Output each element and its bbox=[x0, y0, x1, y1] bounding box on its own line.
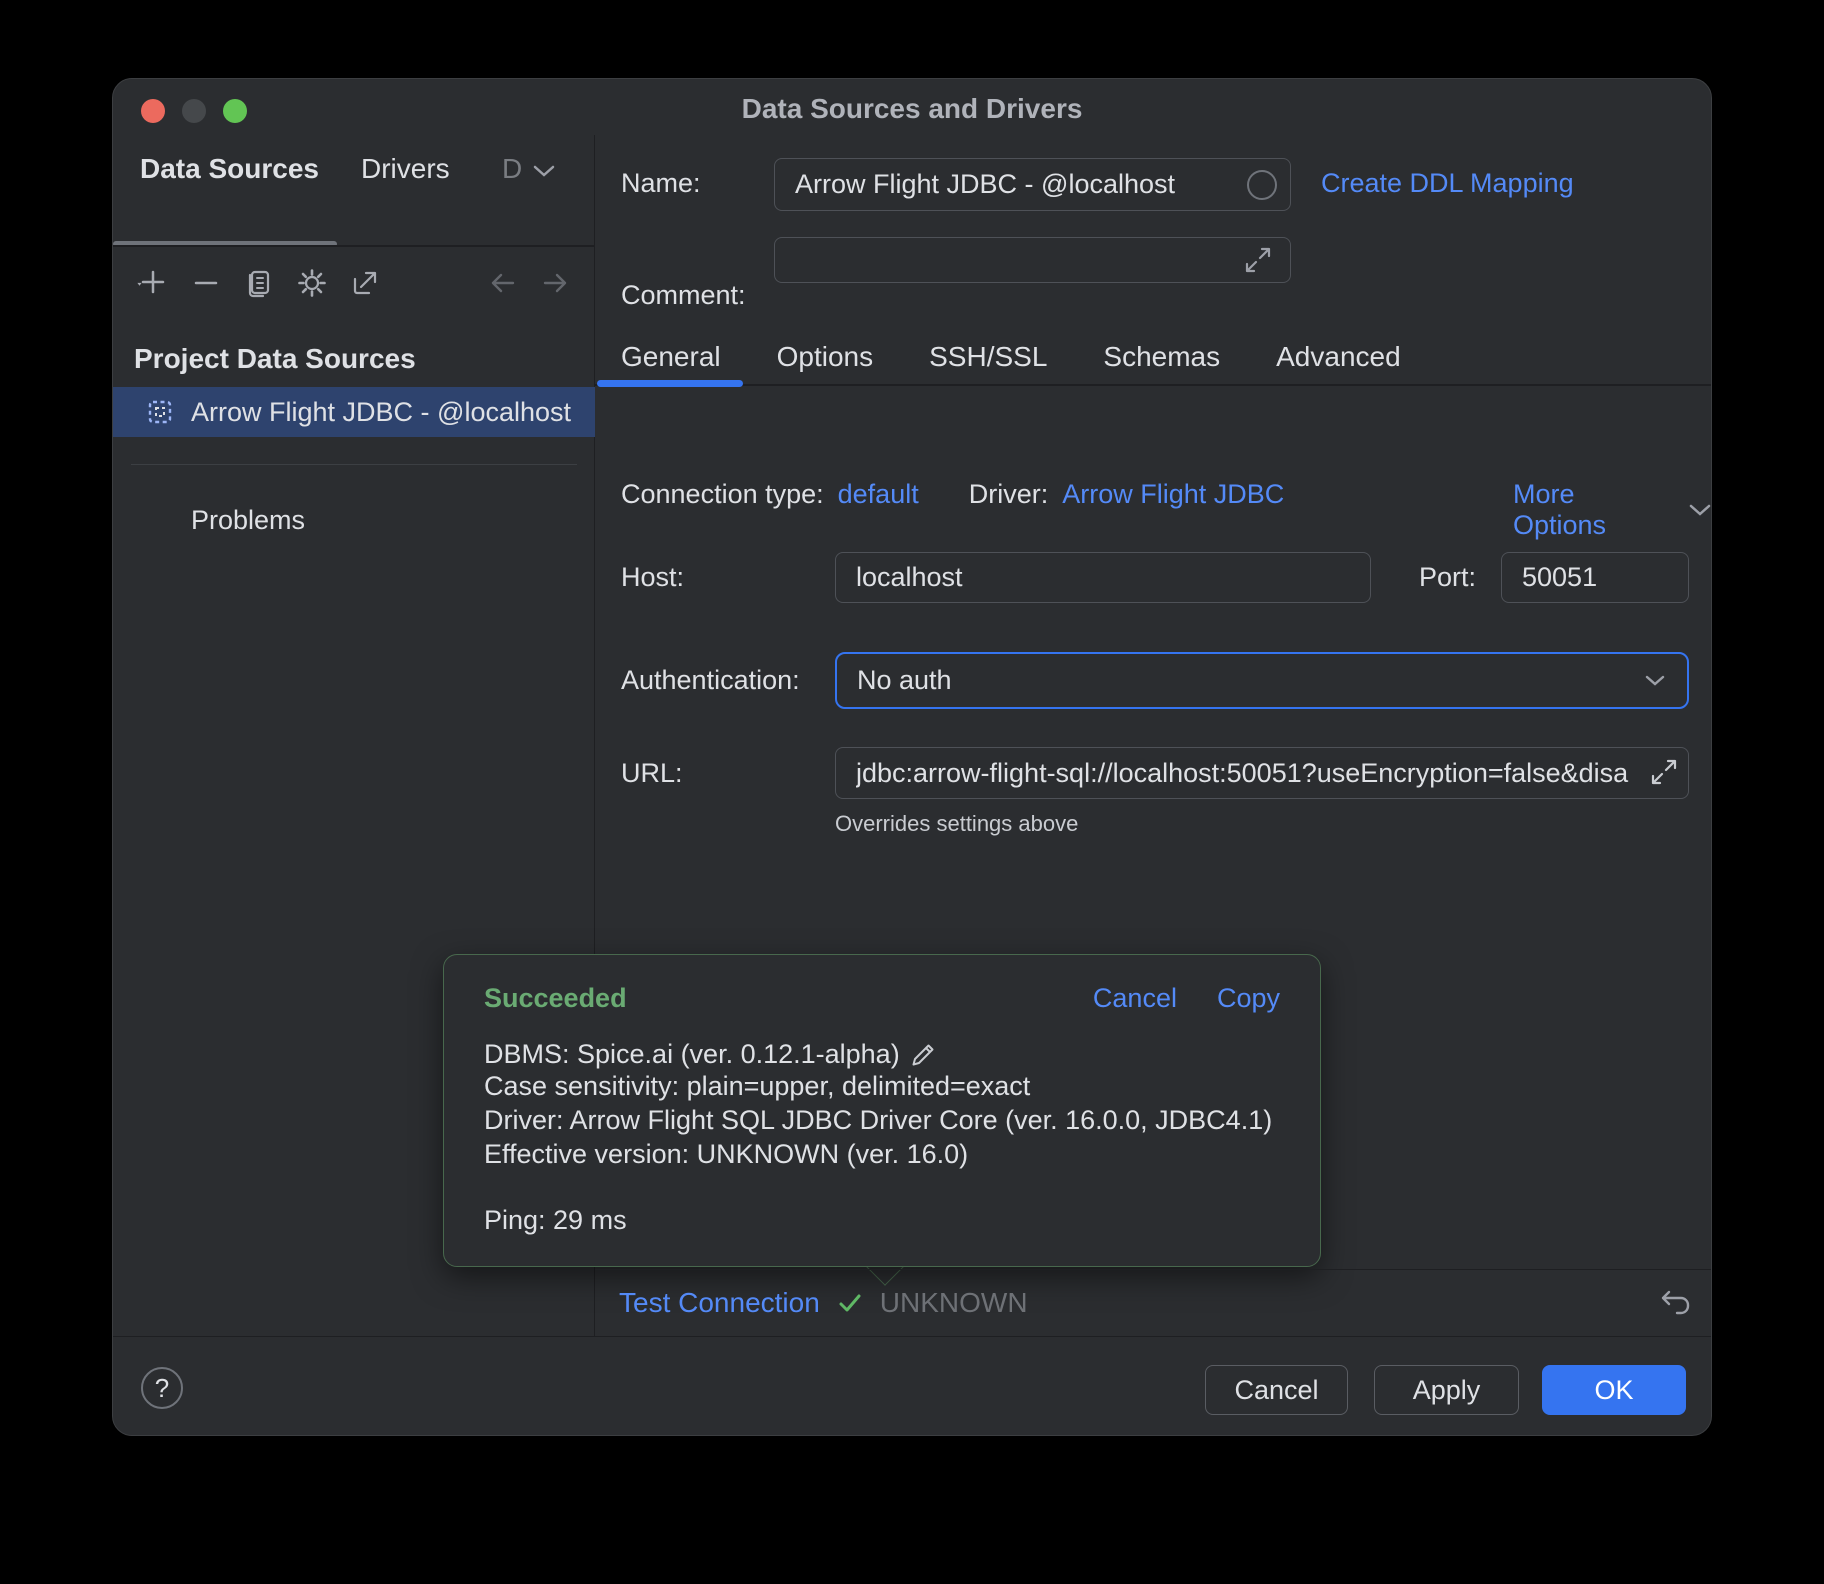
name-input[interactable] bbox=[774, 158, 1291, 211]
sidebar-nav-arrows bbox=[483, 263, 575, 303]
url-hint: Overrides settings above bbox=[835, 811, 1078, 837]
connection-type-row: Connection type: default Driver: Arrow F… bbox=[621, 479, 1284, 510]
host-input[interactable] bbox=[835, 552, 1371, 603]
popup-copy-link[interactable]: Copy bbox=[1217, 983, 1280, 1014]
revert-icon[interactable] bbox=[1658, 1287, 1694, 1321]
tabs-divider bbox=[595, 384, 1712, 386]
sidebar-tab-drivers[interactable]: Drivers bbox=[361, 153, 450, 185]
data-source-icon bbox=[147, 399, 173, 425]
tab-general[interactable]: General bbox=[621, 341, 721, 373]
problems-tree-item[interactable]: Problems bbox=[191, 505, 305, 536]
driver-value-link[interactable]: Arrow Flight JDBC bbox=[1062, 479, 1284, 510]
dialog-footer: ? Cancel Apply OK bbox=[113, 1336, 1712, 1436]
sidebar-tabs-chevron-down-icon[interactable] bbox=[531, 163, 557, 179]
popup-cancel-link[interactable]: Cancel bbox=[1093, 983, 1177, 1014]
connection-type-label: Connection type: bbox=[621, 479, 824, 510]
create-ddl-mapping-link[interactable]: Create DDL Mapping bbox=[1321, 168, 1574, 199]
more-options-chevron-down-icon bbox=[1687, 502, 1712, 518]
edit-dbms-pencil-icon[interactable] bbox=[910, 1040, 938, 1068]
url-label: URL: bbox=[621, 758, 683, 789]
name-spinner-icon bbox=[1247, 170, 1277, 200]
test-connection-row: Test Connection UNKNOWN bbox=[619, 1287, 1028, 1319]
sidebar-toolbar bbox=[133, 263, 385, 303]
forward-arrow-icon[interactable] bbox=[535, 263, 575, 303]
popup-actions: Cancel Copy bbox=[1093, 983, 1280, 1014]
authentication-value: No auth bbox=[857, 665, 952, 696]
tab-ssh-ssl[interactable]: SSH/SSL bbox=[929, 341, 1047, 373]
active-tab-underline bbox=[597, 380, 743, 387]
settings-tabs: General Options SSH/SSL Schemas Advanced bbox=[621, 341, 1401, 373]
popup-version-line: Effective version: UNKNOWN (ver. 16.0) bbox=[484, 1139, 1280, 1173]
comment-label: Comment: bbox=[621, 280, 746, 311]
expand-comment-icon[interactable] bbox=[1243, 245, 1273, 275]
test-row-divider bbox=[595, 1269, 1712, 1270]
port-input[interactable] bbox=[1501, 552, 1689, 603]
popup-dbms-text: DBMS: Spice.ai (ver. 0.12.1-alpha) bbox=[484, 1039, 900, 1070]
remove-data-source-icon[interactable] bbox=[186, 263, 226, 303]
tab-advanced[interactable]: Advanced bbox=[1276, 341, 1401, 373]
popup-driver-line: Driver: Arrow Flight SQL JDBC Driver Cor… bbox=[484, 1105, 1280, 1139]
data-source-tree-item-selected[interactable]: Arrow Flight JDBC - @localhost bbox=[113, 387, 595, 437]
test-status-text: UNKNOWN bbox=[880, 1287, 1028, 1319]
duplicate-icon[interactable] bbox=[239, 263, 279, 303]
window-title: Data Sources and Drivers bbox=[113, 93, 1711, 125]
host-label: Host: bbox=[621, 562, 684, 593]
test-connection-popup: Succeeded Cancel Copy DBMS: Spice.ai (ve… bbox=[443, 954, 1321, 1267]
name-label: Name: bbox=[621, 168, 701, 199]
add-data-source-icon[interactable] bbox=[133, 263, 173, 303]
sidebar-tabs-divider bbox=[113, 245, 595, 247]
authentication-chevron-down-icon bbox=[1643, 673, 1667, 688]
settings-gear-icon[interactable] bbox=[292, 263, 332, 303]
test-connection-link[interactable]: Test Connection bbox=[619, 1287, 820, 1319]
dialog-window: Data Sources and Drivers Data Sources Dr… bbox=[112, 78, 1712, 1436]
connection-type-value-link[interactable]: default bbox=[838, 479, 919, 510]
popup-case-line: Case sensitivity: plain=upper, delimited… bbox=[484, 1071, 1280, 1105]
driver-label: Driver: bbox=[969, 479, 1049, 510]
project-data-sources-header: Project Data Sources bbox=[134, 343, 416, 375]
comment-input[interactable] bbox=[774, 237, 1291, 283]
cancel-button[interactable]: Cancel bbox=[1205, 1365, 1348, 1415]
port-label: Port: bbox=[1419, 562, 1476, 593]
tree-divider bbox=[131, 464, 577, 465]
authentication-label: Authentication: bbox=[621, 665, 800, 696]
tab-schemas[interactable]: Schemas bbox=[1103, 341, 1220, 373]
tab-options[interactable]: Options bbox=[777, 341, 874, 373]
apply-button[interactable]: Apply bbox=[1374, 1365, 1519, 1415]
help-button[interactable]: ? bbox=[141, 1367, 183, 1409]
popup-dbms-line: DBMS: Spice.ai (ver. 0.12.1-alpha) bbox=[484, 1037, 1280, 1071]
url-input[interactable] bbox=[835, 747, 1689, 799]
open-in-new-icon[interactable] bbox=[345, 263, 385, 303]
data-source-item-label: Arrow Flight JDBC - @localhost bbox=[191, 397, 571, 428]
success-check-icon bbox=[836, 1289, 864, 1317]
more-options[interactable]: More Options bbox=[1513, 479, 1712, 541]
more-options-link[interactable]: More Options bbox=[1513, 479, 1675, 541]
authentication-select[interactable]: No auth bbox=[835, 652, 1689, 709]
popup-ping-line: Ping: 29 ms bbox=[484, 1205, 1280, 1239]
sidebar-tab-ddl[interactable]: D bbox=[502, 153, 522, 185]
back-arrow-icon[interactable] bbox=[483, 263, 523, 303]
sidebar-tab-data-sources[interactable]: Data Sources bbox=[140, 153, 319, 185]
ok-button[interactable]: OK bbox=[1542, 1365, 1686, 1415]
expand-url-icon[interactable] bbox=[1649, 757, 1679, 787]
